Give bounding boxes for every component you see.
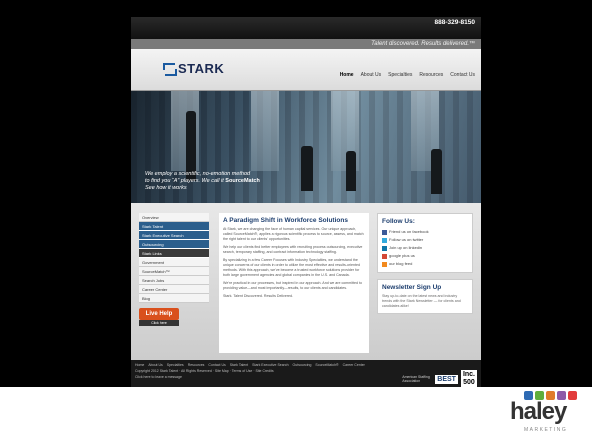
follow-linkedin[interactable]: Join up on linkedin (382, 244, 468, 252)
site-footer: Home About Us Specialties Resources Cont… (131, 360, 481, 387)
article-paragraph: Stark. Talent Discovered. Results Delive… (223, 294, 294, 298)
follow-label: Friend us on facebook (389, 229, 429, 234)
haley-sub: MARKETING (524, 427, 568, 433)
leftnav-item[interactable]: Outsourcing (139, 240, 209, 249)
footer-link[interactable]: Specialties (167, 363, 184, 367)
footer-links: Home About Us Specialties Resources Cont… (135, 363, 477, 367)
haley-word: haley (510, 398, 567, 425)
caption-brand: SourceMatch (225, 178, 260, 184)
follow-blog[interactable]: our blog feed (382, 260, 468, 268)
follow-label: google plus us (389, 253, 415, 258)
follow-label: our blog feed (389, 261, 413, 266)
footer-link[interactable]: Resources (188, 363, 205, 367)
leftnav-item[interactable]: SourceMatch™ (139, 267, 209, 276)
follow-facebook[interactable]: Friend us on facebook (382, 228, 468, 236)
leftnav-item[interactable]: Career Center (139, 285, 209, 294)
person-figure (346, 151, 356, 191)
article-paragraph: By specializing in a few Career Focuses … (223, 258, 360, 277)
newsletter-title: Newsletter Sign Up (382, 284, 442, 291)
window-shape (251, 91, 279, 171)
inc500-badge: Inc. 500 (460, 370, 477, 387)
article-paragraph: We're practical in our processes, but in… (223, 281, 363, 290)
logo-square (568, 391, 577, 400)
person-figure (301, 146, 313, 191)
footer-link[interactable]: Contact Us (208, 363, 225, 367)
leftnav-item[interactable]: Search Jobs (139, 276, 209, 285)
nav-about[interactable]: About Us (361, 72, 382, 78)
right-column: Follow Us: Friend us on facebook Follow … (377, 213, 473, 320)
nav-specialties[interactable]: Specialties (388, 72, 412, 78)
footer-badges: American Staffing Association BEST Inc. … (402, 370, 477, 387)
hero-caption: We employ a scientific, no-emotion metho… (145, 171, 265, 192)
google-plus-icon (382, 253, 387, 259)
footer-link[interactable]: Stark Executive Search (252, 363, 288, 367)
leftnav-item[interactable]: Government (139, 258, 209, 267)
caption-line: We employ a scientific, no-emotion metho… (145, 171, 251, 177)
website-screenshot: 888-329-8150 Talent discovered. Results … (131, 17, 481, 387)
site-header: STARK Home About Us Specialties Resource… (131, 49, 481, 91)
nav-contact[interactable]: Contact Us (450, 72, 475, 78)
nav-home[interactable]: Home (340, 72, 354, 78)
follow-us-title: Follow Us: (382, 218, 415, 225)
leftnav-item[interactable]: Overview (139, 213, 209, 222)
leftnav-item[interactable]: Stark Executive Search (139, 231, 209, 240)
live-help-chat-link[interactable]: Click here (139, 320, 179, 326)
person-figure (431, 149, 442, 194)
follow-google[interactable]: google plus us (382, 252, 468, 260)
leftnav-item[interactable]: Stark Links (139, 249, 209, 258)
logo-text: STARK (178, 61, 225, 76)
newsletter-text: Stay up-to-date on the latest news and i… (382, 294, 461, 308)
best-badge: BEST (435, 374, 458, 384)
footer-link[interactable]: Outsourcing (293, 363, 312, 367)
slide: 888-329-8150 Talent discovered. Results … (0, 0, 592, 447)
follow-label: Follow us on twitter (389, 237, 424, 242)
article-paragraph: At Stark, we are changing the face of hu… (223, 227, 364, 241)
leftnav-item[interactable]: Blog (139, 294, 209, 303)
follow-twitter[interactable]: Follow us on twitter (382, 236, 468, 244)
footer-link[interactable]: SourceMatch® (315, 363, 338, 367)
live-help-button[interactable]: Live Help (139, 308, 179, 320)
phone-number: 888-329-8150 (434, 19, 475, 26)
leftnav-item[interactable]: Stark Talent (139, 222, 209, 231)
twitter-icon (382, 237, 387, 243)
main-article: A Paradigm Shift in Workforce Solutions … (219, 213, 369, 353)
caption-link[interactable]: See how it works (145, 185, 187, 191)
tagline-bar: Talent discovered. Results delivered.™ (131, 39, 481, 49)
white-band (0, 387, 592, 447)
inc-label: Inc. (462, 371, 475, 378)
follow-us-box: Follow Us: Friend us on facebook Follow … (377, 213, 473, 273)
asa-badge: American Staffing Association (402, 375, 430, 383)
content-area: Overview Stark Talent Stark Executive Se… (131, 203, 481, 360)
left-nav: Overview Stark Talent Stark Executive Se… (139, 213, 209, 326)
stark-s-icon (163, 62, 177, 76)
main-nav: Home About Us Specialties Resources Cont… (340, 72, 475, 78)
nav-resources[interactable]: Resources (419, 72, 443, 78)
newsletter-box[interactable]: Newsletter Sign Up Stay up-to-date on th… (377, 279, 473, 314)
inc-number: 500 (463, 379, 475, 386)
footer-link[interactable]: Stark Talent (230, 363, 248, 367)
footer-link[interactable]: About Us (148, 363, 162, 367)
top-bar: 888-329-8150 (131, 17, 481, 39)
stark-logo[interactable]: STARK (163, 61, 224, 76)
article-title: A Paradigm Shift in Workforce Solutions (223, 217, 348, 224)
linkedin-icon (382, 245, 387, 251)
rss-icon (382, 261, 387, 267)
caption-line: to find you “A” players. We call it (145, 178, 224, 184)
footer-link[interactable]: Home (135, 363, 144, 367)
article-paragraph: We help our clients find better employee… (223, 245, 363, 254)
facebook-icon (382, 229, 387, 235)
footer-link[interactable]: Career Center (343, 363, 365, 367)
follow-label: Join up on linkedin (389, 245, 423, 250)
haley-marketing-logo: haley MARKETING (510, 391, 582, 439)
hero-image: We employ a scientific, no-emotion metho… (131, 91, 481, 203)
